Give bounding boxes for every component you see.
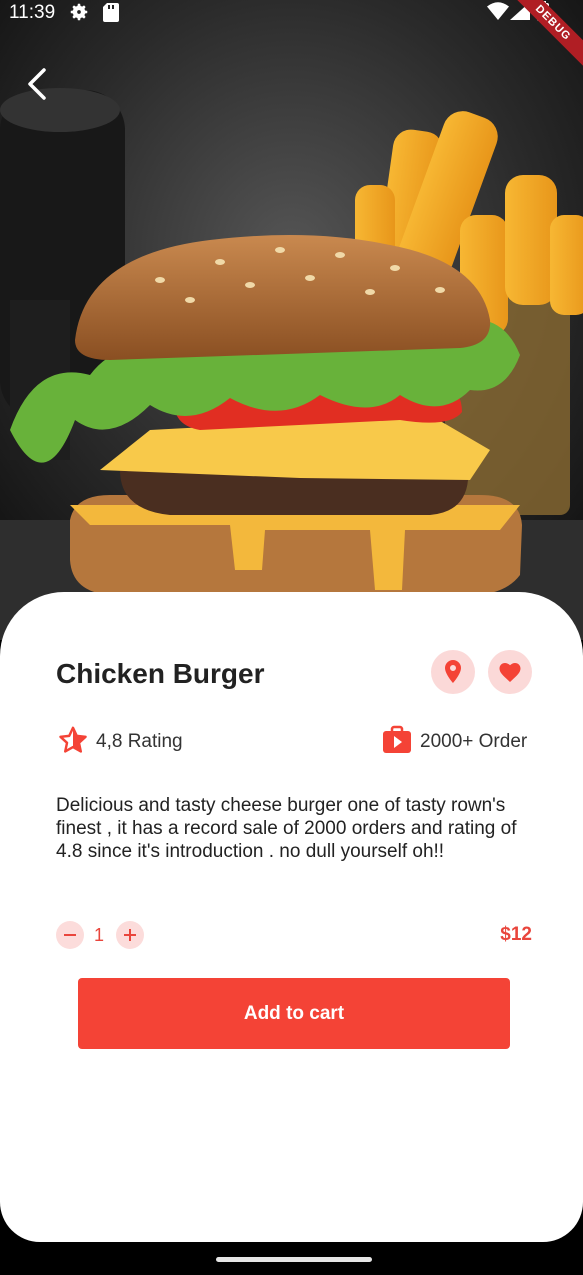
quantity-value: 1 — [94, 925, 105, 945]
orders-label: 2000+ Order — [420, 731, 528, 752]
product-price: $12 — [500, 924, 532, 945]
status-time: 11:39 — [9, 2, 56, 23]
chevron-left-icon — [28, 68, 46, 100]
wifi-icon — [487, 2, 509, 26]
add-to-cart-button[interactable]: Add to cart — [78, 978, 510, 1049]
favorite-button[interactable] — [488, 650, 532, 694]
back-button[interactable] — [22, 66, 52, 102]
rating-label: 4,8 Rating — [96, 731, 183, 752]
location-pin-icon — [445, 660, 461, 683]
location-button[interactable] — [431, 650, 475, 694]
product-description: Delicious and tasty cheese burger one of… — [56, 795, 517, 862]
minus-icon — [64, 934, 76, 936]
system-navigation-bar — [0, 1242, 583, 1275]
product-title: Chicken Burger — [56, 658, 265, 689]
increase-quantity-button[interactable] — [116, 921, 144, 949]
home-indicator[interactable] — [216, 1257, 372, 1262]
burger-photo — [0, 0, 583, 640]
shopping-bag-icon — [382, 725, 412, 760]
plus-icon — [124, 929, 136, 941]
star-outline-icon — [58, 726, 88, 759]
settings-gear-icon — [68, 1, 90, 29]
product-detail-card: Chicken Burger 4,8 Rating 2000+ Order De… — [0, 592, 583, 1242]
heart-icon — [499, 663, 521, 682]
decrease-quantity-button[interactable] — [56, 921, 84, 949]
status-bar: 11:39 — [0, 0, 583, 26]
product-hero-image: 11:39 DEBUG — [0, 0, 583, 640]
sd-card-icon — [103, 3, 119, 28]
